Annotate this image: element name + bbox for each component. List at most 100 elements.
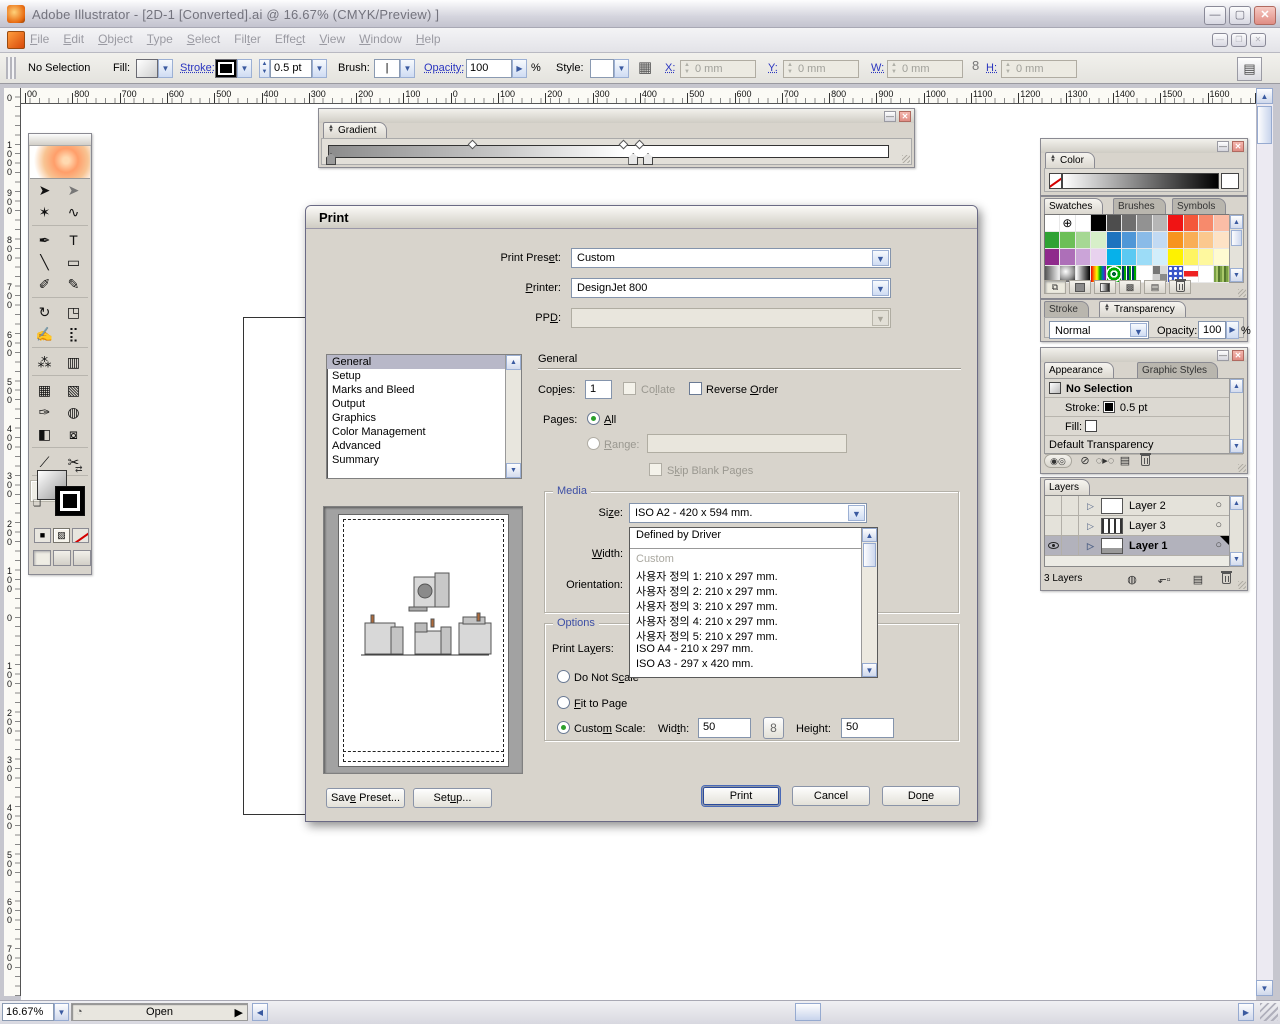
section-item-marks-and-bleed[interactable]: Marks and Bleed xyxy=(327,383,521,397)
scroll-down-icon[interactable]: ▼ xyxy=(1230,439,1243,453)
swatch[interactable] xyxy=(1199,232,1214,249)
appearance-row-no-selection[interactable]: No Selection xyxy=(1045,379,1243,398)
gradient-midpoint-marker[interactable] xyxy=(618,140,628,150)
style-field[interactable] xyxy=(590,59,614,78)
swatch[interactable] xyxy=(1168,249,1183,266)
close-button[interactable]: ✕ xyxy=(1254,6,1276,25)
w-link[interactable]: W: xyxy=(871,62,884,74)
expand-triangle-icon[interactable]: ▷ xyxy=(1087,521,1094,532)
brush-field[interactable]: | xyxy=(374,59,400,78)
tab-swatches[interactable]: Swatches xyxy=(1044,198,1103,214)
stroke-color-well[interactable] xyxy=(55,486,85,516)
appearance-row-fill[interactable]: Fill: xyxy=(1045,417,1243,436)
gradient-tool-icon[interactable]: ▧ xyxy=(59,380,88,402)
print-preset-combo[interactable]: Custom▼ xyxy=(571,248,891,268)
swatch[interactable] xyxy=(1045,232,1060,249)
show-all-swatches-button[interactable]: ⧉ xyxy=(1044,280,1066,294)
print-dialog-title[interactable]: Print xyxy=(306,206,977,229)
layer-row-layer-2[interactable]: ▷Layer 2○ xyxy=(1045,496,1230,516)
mesh-tool-icon[interactable]: ▦ xyxy=(30,380,59,402)
swatch[interactable] xyxy=(1184,232,1199,249)
pen-tool-icon[interactable]: ✒ xyxy=(30,230,59,252)
custom-scale-radio[interactable] xyxy=(557,721,570,734)
redefine-style-icon[interactable]: ◌▸◌ xyxy=(1095,454,1115,467)
swatch[interactable] xyxy=(1076,249,1091,266)
style-dropdown[interactable]: ▼ xyxy=(614,59,629,78)
stroke-link[interactable]: Stroke: xyxy=(180,62,215,74)
swatch[interactable] xyxy=(1091,215,1106,232)
swatch[interactable] xyxy=(1091,232,1106,249)
fullscreen-menu-mode-button[interactable] xyxy=(53,550,71,566)
opacity-slider-arrow[interactable]: ▶ xyxy=(512,59,527,78)
swatch[interactable] xyxy=(1153,249,1168,266)
symbol-sprayer-tool-icon[interactable]: ⁂ xyxy=(30,352,59,374)
scroll-thumb[interactable] xyxy=(1231,230,1242,246)
scroll-thumb[interactable] xyxy=(863,543,876,567)
size-option[interactable]: ISO A3 - 297 x 420 mm. xyxy=(630,657,877,672)
swatch[interactable] xyxy=(1091,249,1106,266)
scale-width-field[interactable]: 50 xyxy=(698,718,751,738)
lock-toggle[interactable] xyxy=(1062,536,1079,556)
layer-row-layer-1[interactable]: ▷Layer 1○ xyxy=(1045,536,1230,556)
chevron-down-icon[interactable]: ▼ xyxy=(872,280,889,296)
swatch[interactable] xyxy=(1168,215,1183,232)
workspace-icon[interactable]: ▤ xyxy=(1237,57,1262,81)
stroke-dropdown-arrow[interactable]: ▼ xyxy=(237,59,252,78)
new-art-maintains-appearance-button[interactable]: ◉◎ xyxy=(1044,454,1072,468)
chevron-down-icon[interactable]: ▼ xyxy=(848,505,865,521)
chevron-down-icon[interactable]: ▼ xyxy=(872,250,889,266)
eyedropper-tool-icon[interactable]: ✑ xyxy=(30,402,59,424)
resize-grip[interactable] xyxy=(1238,581,1246,589)
selection-tool-icon[interactable]: ➤ xyxy=(30,180,59,202)
h-link[interactable]: H: xyxy=(986,62,997,74)
gradient-midpoint-marker[interactable] xyxy=(635,140,645,150)
fullscreen-mode-button[interactable] xyxy=(73,550,91,566)
menu-edit[interactable]: Edit xyxy=(63,32,84,46)
scroll-up-icon[interactable]: ▲ xyxy=(1256,88,1273,104)
swatch[interactable] xyxy=(1184,215,1199,232)
white-color-swatch[interactable] xyxy=(1221,173,1239,189)
gradient-palette-titlebar[interactable] xyxy=(319,109,914,123)
free-transform-tool-icon[interactable]: ⣏ xyxy=(59,324,88,346)
tab-color[interactable]: ▲▼Color xyxy=(1045,152,1095,168)
size-list-scrollbar[interactable]: ▲ ▼ xyxy=(861,528,877,677)
scroll-down-icon[interactable]: ▼ xyxy=(862,663,877,677)
layers-scrollbar[interactable]: ▲ ▼ xyxy=(1229,495,1244,567)
copies-field[interactable]: 1 xyxy=(585,380,612,399)
line-segment-tool-icon[interactable]: ╲ xyxy=(30,252,59,274)
lock-toggle[interactable] xyxy=(1062,516,1079,536)
brush-dropdown[interactable]: ▼ xyxy=(400,59,415,78)
make-clipping-mask-icon[interactable]: ◍ xyxy=(1122,573,1142,586)
opacity-field[interactable]: 100 xyxy=(466,59,512,78)
none-color-swatch[interactable] xyxy=(1049,173,1062,189)
x-link[interactable]: X: xyxy=(665,62,675,74)
scroll-right-icon[interactable]: ▶ xyxy=(1238,1003,1254,1021)
layer-row-layer-3[interactable]: ▷Layer 3○ xyxy=(1045,516,1230,536)
size-option[interactable]: 사용자 정의 5: 210 x 297 mm. xyxy=(630,627,877,642)
opacity-slider-arrow[interactable]: ▶ xyxy=(1226,321,1239,339)
new-swatch-button[interactable]: ▤ xyxy=(1144,280,1166,294)
reverse-order-checkbox[interactable] xyxy=(689,382,702,395)
resize-grip[interactable] xyxy=(1238,464,1246,472)
swatch[interactable] xyxy=(1137,249,1152,266)
size-option[interactable]: ISO A4 - 210 x 297 mm. xyxy=(630,642,877,657)
menu-view[interactable]: View xyxy=(319,32,345,46)
section-item-graphics[interactable]: Graphics xyxy=(327,411,521,425)
tab-stroke[interactable]: Stroke xyxy=(1044,301,1089,317)
show-gradient-swatches-button[interactable] xyxy=(1094,280,1116,294)
menu-object[interactable]: Object xyxy=(98,32,133,46)
vertical-scrollbar[interactable] xyxy=(1256,88,1273,996)
swatch[interactable] xyxy=(1199,249,1214,266)
control-bar-grip[interactable] xyxy=(6,57,16,79)
default-fill-stroke-icon[interactable]: ❏ xyxy=(33,498,41,509)
show-color-swatches-button[interactable] xyxy=(1069,280,1091,294)
y-link[interactable]: Y: xyxy=(768,62,778,74)
sections-scrollbar[interactable]: ▲▼ xyxy=(505,355,521,478)
gradient-minimize-button[interactable]: — xyxy=(884,111,896,122)
palettes-minimize-button[interactable]: — xyxy=(1217,141,1229,152)
swatch[interactable] xyxy=(1122,249,1137,266)
target-circle-icon[interactable]: ○ xyxy=(1215,519,1222,531)
warp-tool-icon[interactable]: ✍ xyxy=(30,324,59,346)
swatch[interactable] xyxy=(1199,266,1214,283)
swatch[interactable] xyxy=(1107,249,1122,266)
